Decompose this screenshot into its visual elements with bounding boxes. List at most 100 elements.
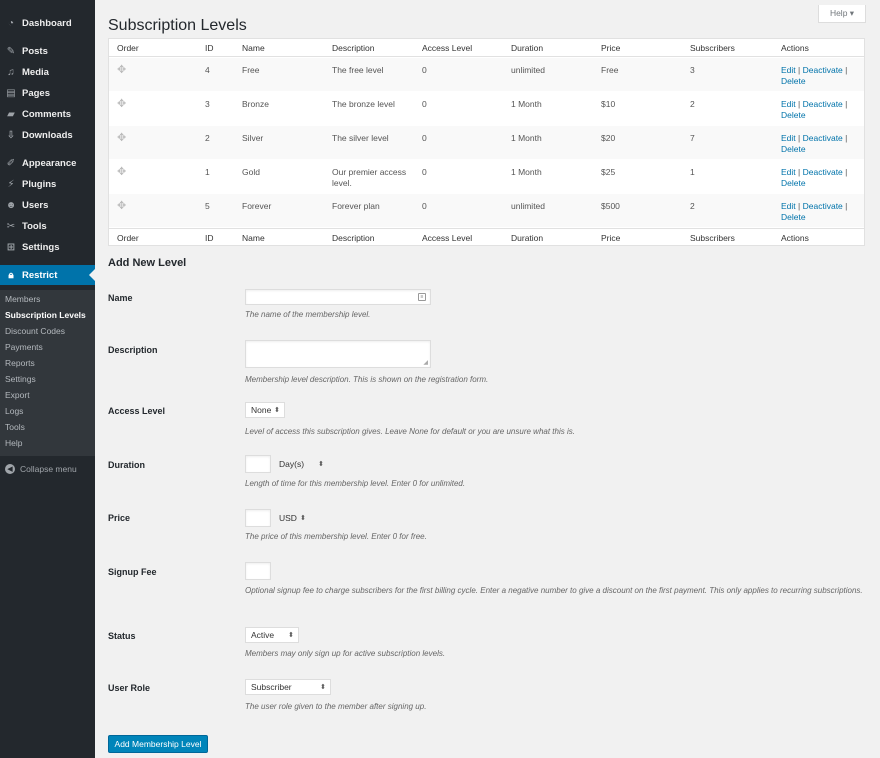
menu-appearance[interactable]: ✐ Appearance xyxy=(0,153,95,173)
edit-link[interactable]: Edit xyxy=(781,167,796,177)
pin-icon: ✎ xyxy=(6,45,16,57)
col-access-level: Access Level xyxy=(422,233,473,243)
row-id: 1 xyxy=(205,167,210,177)
delete-link[interactable]: Delete xyxy=(781,76,806,86)
delete-link[interactable]: Delete xyxy=(781,212,806,222)
submenu-logs[interactable]: Logs xyxy=(5,404,23,418)
signup-fee-input[interactable] xyxy=(245,562,271,580)
menu-settings[interactable]: ⊞ Settings xyxy=(0,237,95,257)
status-select[interactable]: Active ⬍ xyxy=(245,627,299,643)
comment-icon: ▰ xyxy=(7,108,15,120)
currency-value: USD xyxy=(279,513,297,523)
collapse-menu-button[interactable]: ◀ Collapse menu xyxy=(5,464,77,474)
drag-handle-icon[interactable]: ✥ xyxy=(117,65,126,76)
menu-tools[interactable]: ✂ Tools xyxy=(0,216,95,236)
drag-handle-icon[interactable]: ✥ xyxy=(117,99,126,110)
row-description: Forever plan xyxy=(332,201,380,211)
delete-link[interactable]: Delete xyxy=(781,110,806,120)
row-subscribers: 2 xyxy=(690,201,695,211)
action-separator: | xyxy=(845,65,848,75)
col-actions: Actions xyxy=(781,43,809,53)
menu-posts[interactable]: ✎ Posts xyxy=(0,41,95,61)
submenu-reports[interactable]: Reports xyxy=(5,356,35,370)
table-header-row: Order ID Name Description Access Level D… xyxy=(109,39,864,57)
add-membership-level-button[interactable]: Add Membership Level xyxy=(108,735,208,753)
drag-handle-icon[interactable]: ✥ xyxy=(117,167,126,178)
description-label: Description xyxy=(108,345,158,355)
main-content: Subscription Levels Help ▾ Order ID Name… xyxy=(95,0,880,758)
edit-link[interactable]: Edit xyxy=(781,65,796,75)
action-separator: | xyxy=(798,65,801,75)
row-name: Gold xyxy=(242,167,260,177)
signup-fee-label: Signup Fee xyxy=(108,567,157,577)
duration-input[interactable] xyxy=(245,455,271,473)
submenu-payments[interactable]: Payments xyxy=(5,340,43,354)
submenu-settings[interactable]: Settings xyxy=(5,372,36,386)
menu-pages[interactable]: ▤ Pages xyxy=(0,83,95,103)
deactivate-link[interactable]: Deactivate xyxy=(803,133,843,143)
deactivate-link[interactable]: Deactivate xyxy=(803,167,843,177)
user-role-select[interactable]: Subscriber ⬍ xyxy=(245,679,331,695)
submenu-tools[interactable]: Tools xyxy=(5,420,25,434)
edit-link[interactable]: Edit xyxy=(781,133,796,143)
submenu-help[interactable]: Help xyxy=(5,436,22,450)
duration-unit-select[interactable]: Day(s) ⬍ xyxy=(274,455,328,473)
download-icon: ⇩ xyxy=(6,129,16,141)
row-access: 0 xyxy=(422,133,427,143)
deactivate-link[interactable]: Deactivate xyxy=(803,99,843,109)
collapse-icon: ◀ xyxy=(5,464,15,474)
currency-select[interactable]: USD ⬍ xyxy=(274,509,310,527)
drag-handle-icon[interactable]: ✥ xyxy=(117,201,126,212)
price-input[interactable] xyxy=(245,509,271,527)
access-level-select[interactable]: None ⬍ xyxy=(245,402,285,418)
drag-handle-icon[interactable]: ✥ xyxy=(117,133,126,144)
table-row: ✥ 1 Gold Our premier access level. 0 1 M… xyxy=(109,160,864,193)
col-duration: Duration xyxy=(511,43,544,53)
action-separator: | xyxy=(845,167,848,177)
row-name: Forever xyxy=(242,201,272,211)
submenu-members[interactable]: Members xyxy=(5,292,40,306)
delete-link[interactable]: Delete xyxy=(781,144,806,154)
user-role-label: User Role xyxy=(108,683,151,693)
menu-comments[interactable]: ▰ Comments xyxy=(0,104,95,124)
row-id: 2 xyxy=(205,133,210,143)
delete-link[interactable]: Delete xyxy=(781,178,806,188)
deactivate-link[interactable]: Deactivate xyxy=(803,65,843,75)
row-description: Our premier access level. xyxy=(332,167,407,188)
name-input[interactable]: ≡ xyxy=(245,289,431,305)
help-button[interactable]: Help ▾ xyxy=(818,5,866,23)
media-icon: ♫ xyxy=(7,66,15,78)
deactivate-link[interactable]: Deactivate xyxy=(803,201,843,211)
admin-sidebar: ◔ Dashboard ✎ Posts ♫ Media ▤ Pages ▰ Comment… xyxy=(0,0,95,758)
submenu-discount-codes[interactable]: Discount Codes xyxy=(5,324,65,338)
action-separator: | xyxy=(845,99,848,109)
row-subscribers: 7 xyxy=(690,133,695,143)
settings-icon: ⊞ xyxy=(6,241,16,253)
edit-link[interactable]: Edit xyxy=(781,201,796,211)
action-separator: | xyxy=(845,133,848,143)
menu-label: Plugins xyxy=(22,178,57,190)
submenu-export[interactable]: Export xyxy=(5,388,30,402)
menu-restrict[interactable]: 🔒︎ Restrict xyxy=(0,265,95,285)
col-price: Price xyxy=(601,43,621,53)
duration-label: Duration xyxy=(108,460,145,470)
select-arrow-icon: ⬍ xyxy=(320,684,326,691)
resize-grip-icon[interactable]: ◢ xyxy=(423,359,428,366)
col-actions: Actions xyxy=(781,233,809,243)
edit-link[interactable]: Edit xyxy=(781,99,796,109)
user-role-value: Subscriber xyxy=(251,682,292,692)
menu-users[interactable]: ☻ Users xyxy=(0,195,95,215)
row-description: The bronze level xyxy=(332,99,395,109)
row-id: 4 xyxy=(205,65,210,75)
row-actions: Edit | Deactivate | Delete xyxy=(781,133,863,155)
menu-dashboard[interactable]: ◔ Dashboard xyxy=(0,13,95,33)
duration-help: Length of time for this membership level… xyxy=(245,479,466,488)
price-help: The price of this membership level. Ente… xyxy=(245,532,427,541)
submenu-subscription-levels[interactable]: Subscription Levels xyxy=(5,308,86,322)
menu-media[interactable]: ♫ Media xyxy=(0,62,95,82)
menu-label: Dashboard xyxy=(22,17,72,29)
menu-plugins[interactable]: ⚡ Plugins xyxy=(0,174,95,194)
description-textarea[interactable]: ◢ xyxy=(245,340,431,368)
menu-downloads[interactable]: ⇩ Downloads xyxy=(0,125,95,145)
row-price: $20 xyxy=(601,133,616,143)
